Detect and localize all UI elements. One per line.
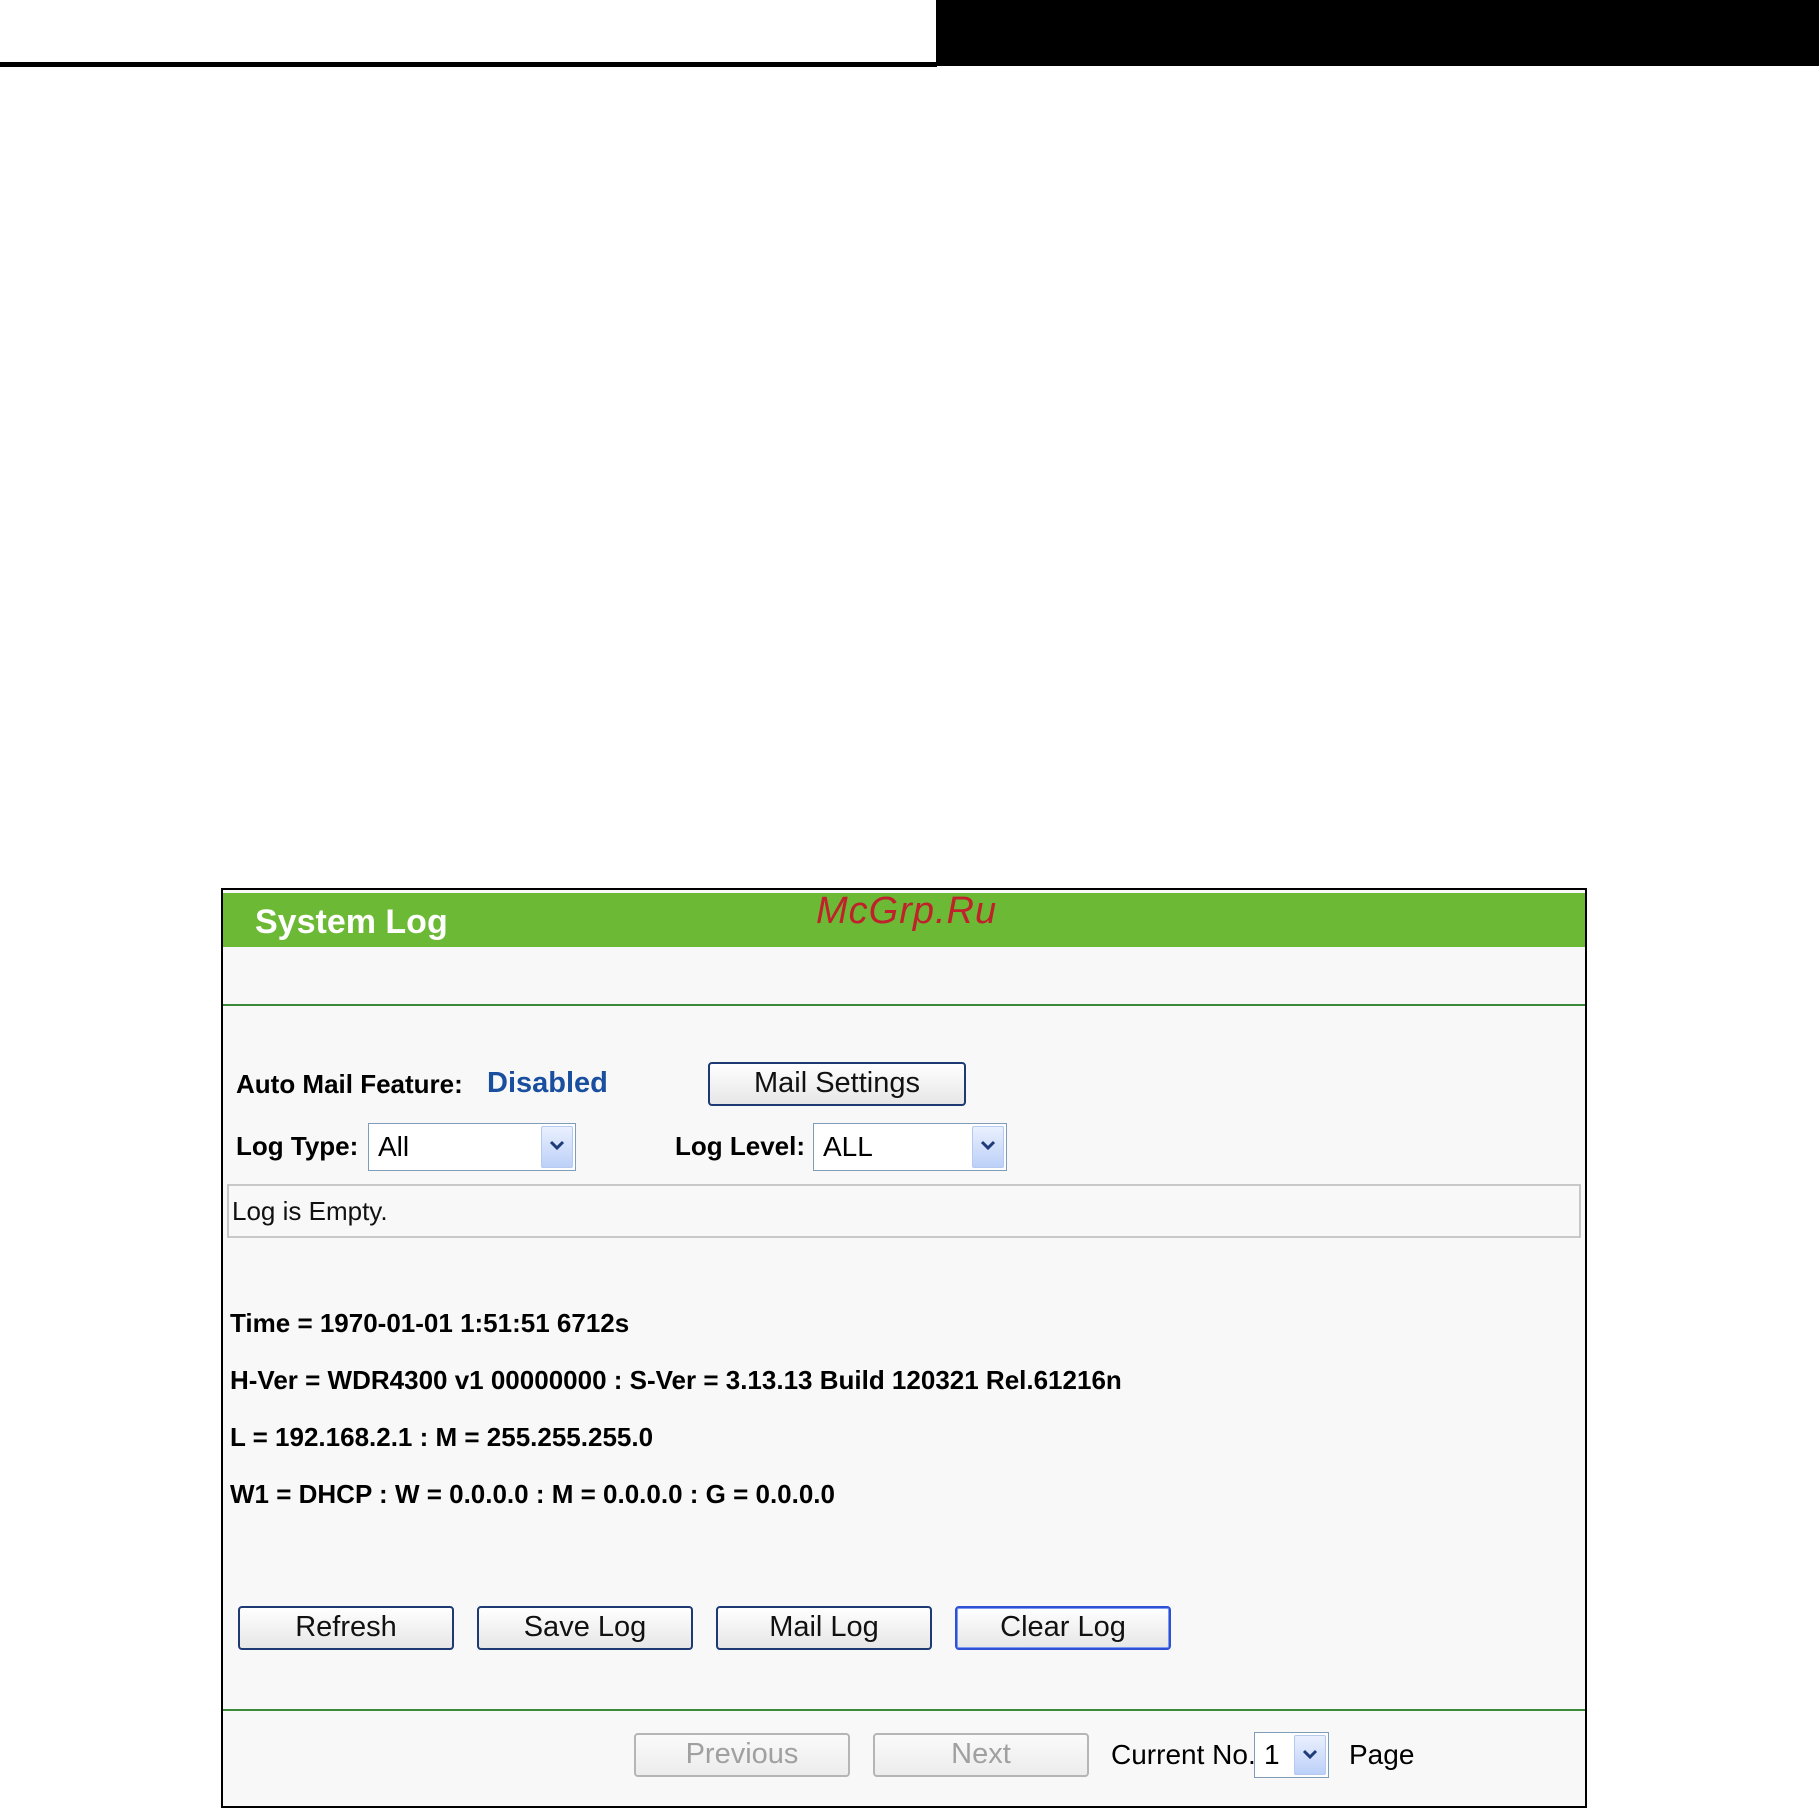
log-level-label: Log Level: (675, 1131, 806, 1161)
current-page-select[interactable]: 1 (1254, 1732, 1329, 1778)
log-type-dropdown-button[interactable] (541, 1126, 573, 1168)
log-type-select[interactable]: All (368, 1123, 576, 1171)
log-type-label: Log Type: (236, 1131, 359, 1161)
watermark: McGrp.Ru (816, 890, 998, 932)
title-bar: System Log McGrp.Ru (223, 890, 1585, 947)
refresh-button[interactable]: Refresh (238, 1606, 454, 1650)
header-black-bar (936, 0, 1819, 66)
log-type-value: All (378, 1131, 410, 1162)
mail-log-button[interactable]: Mail Log (716, 1606, 932, 1650)
top-divider (223, 1004, 1585, 1006)
next-page-button[interactable]: Next (873, 1733, 1089, 1777)
previous-page-button[interactable]: Previous (634, 1733, 850, 1777)
log-level-dropdown-button[interactable] (972, 1126, 1004, 1168)
info-line-lan: L = 192.168.2.1 : M = 255.255.255.0 (230, 1422, 654, 1452)
info-line-time: Time = 1970-01-01 1:51:51 6712s (230, 1308, 630, 1338)
auto-mail-status: Disabled (487, 1067, 608, 1099)
chevron-down-icon (1302, 1749, 1318, 1760)
system-log-panel: System Log McGrp.Ru Auto Mail Feature: D… (221, 888, 1587, 1808)
current-page-value: 1 (1264, 1739, 1280, 1770)
chevron-down-icon (549, 1140, 565, 1151)
auto-mail-label: Auto Mail Feature: (236, 1069, 463, 1099)
mail-settings-button[interactable]: Mail Settings (708, 1062, 966, 1106)
header-rule (0, 62, 937, 67)
log-message: Log is Empty. (232, 1196, 388, 1226)
clear-log-button[interactable]: Clear Log (955, 1606, 1171, 1650)
log-level-value: ALL (823, 1131, 873, 1162)
save-log-button[interactable]: Save Log (477, 1606, 693, 1650)
chevron-down-icon (980, 1140, 996, 1151)
page-title: System Log (255, 903, 448, 941)
log-level-select[interactable]: ALL (813, 1123, 1007, 1171)
current-page-label: Current No. (1111, 1739, 1256, 1770)
info-line-wan: W1 = DHCP : W = 0.0.0.0 : M = 0.0.0.0 : … (230, 1479, 835, 1509)
info-line-version: H-Ver = WDR4300 v1 00000000 : S-Ver = 3.… (230, 1365, 1122, 1395)
current-page-dropdown-button[interactable] (1294, 1735, 1326, 1775)
log-display: Log is Empty. (227, 1184, 1581, 1238)
page-label: Page (1349, 1739, 1415, 1770)
bottom-divider (223, 1709, 1585, 1711)
